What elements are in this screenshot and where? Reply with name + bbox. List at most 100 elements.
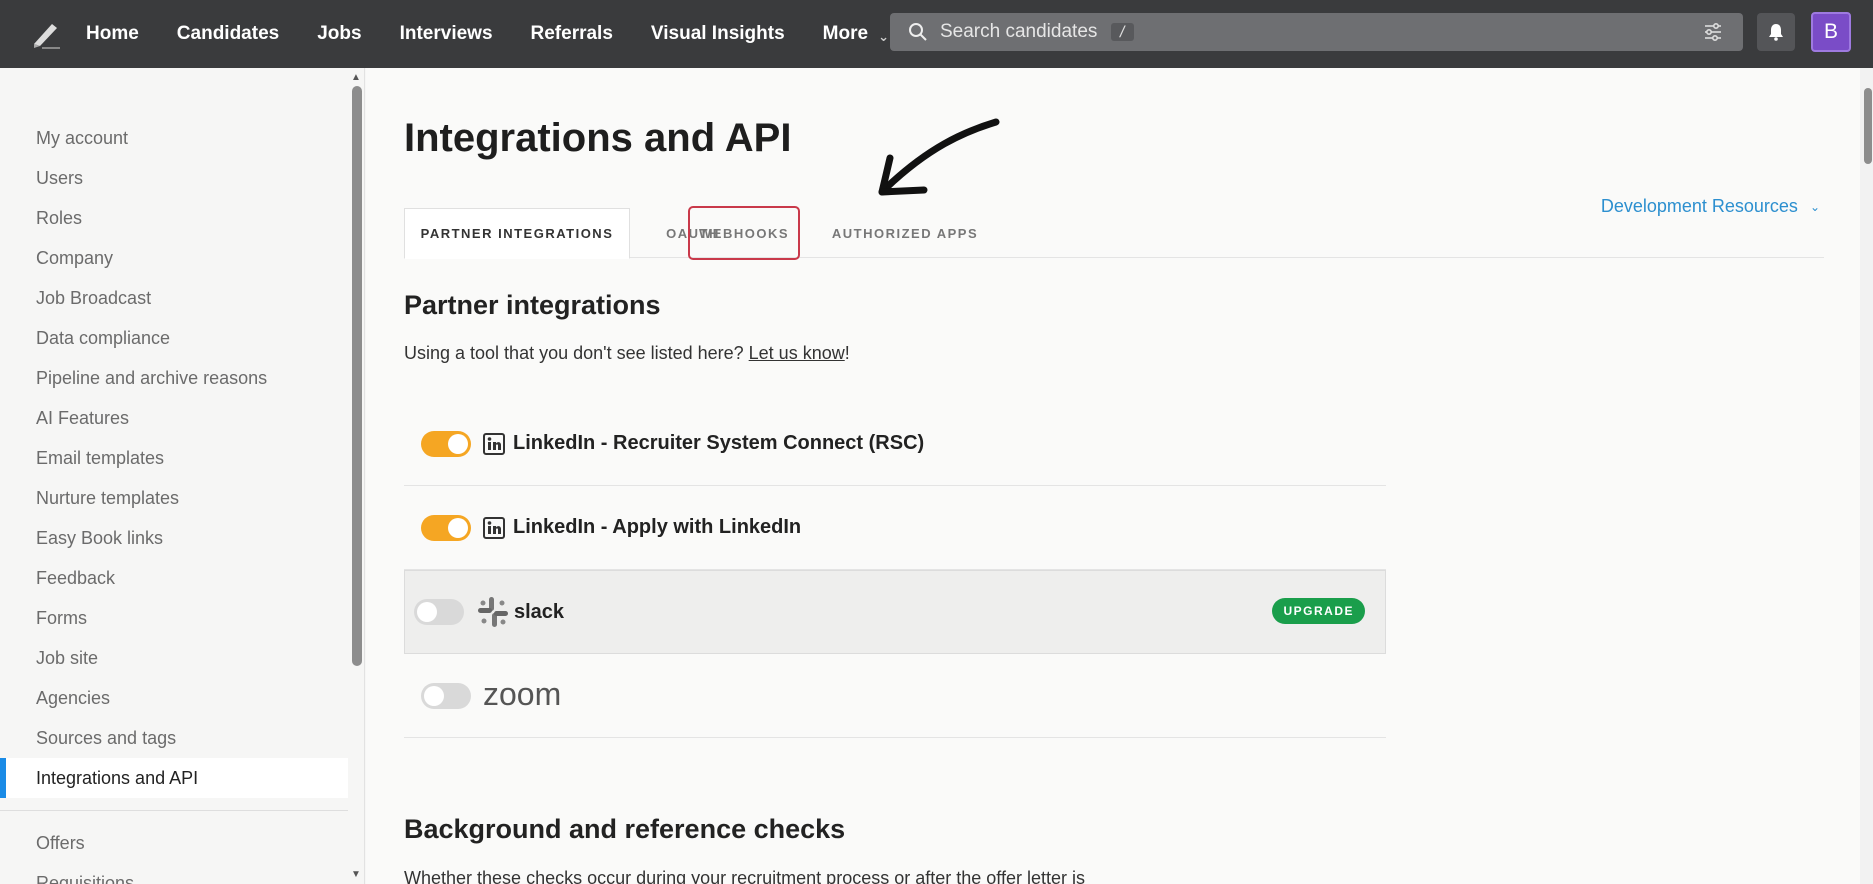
sidebar-item-company[interactable]: Company [0, 238, 348, 278]
sidebar-item-label: AI Features [36, 407, 130, 428]
avatar[interactable]: B [1811, 12, 1851, 52]
integration-row-slack: slack UPGRADE [404, 570, 1386, 654]
nav-interviews-label: Interviews [399, 23, 493, 44]
sidebar-item-label: Users [36, 167, 84, 188]
filter-sliders-icon[interactable] [1703, 22, 1723, 42]
integration-row-linkedin-rsc: LinkedIn - Recruiter System Connect (RSC… [404, 402, 1386, 486]
logo-icon[interactable] [24, 12, 68, 56]
tab-label: WEBHOOKS [699, 225, 789, 241]
sidebar-item-label: Job Broadcast [36, 287, 152, 308]
sidebar-item-label: Feedback [36, 567, 116, 588]
sidebar-item-label: Roles [36, 207, 83, 228]
toggle-knob [448, 433, 468, 454]
description-text: Using a tool that you don't see listed h… [404, 343, 749, 363]
integration-toggle[interactable] [421, 430, 471, 457]
sidebar-scrollbar[interactable] [352, 86, 362, 666]
nav-candidates[interactable]: Candidates [177, 23, 279, 45]
sidebar-item-job-site[interactable]: Job site [0, 638, 348, 678]
partner-integrations-description: Using a tool that you don't see listed h… [404, 343, 850, 364]
sidebar-item-my-account[interactable]: My account [0, 118, 348, 158]
sidebar-item-label: Job site [36, 647, 99, 668]
tab-webhooks[interactable]: WEBHOOKS [688, 206, 800, 260]
linkedin-icon [483, 516, 505, 539]
integration-name: slack [514, 600, 565, 623]
sidebar-item-label: Requisitions [36, 872, 135, 884]
background-checks-heading: Background and reference checks [404, 814, 846, 844]
tab-partner-integrations[interactable]: PARTNER INTEGRATIONS [404, 208, 630, 259]
nav-visual-insights[interactable]: Visual Insights [651, 23, 785, 45]
sidebar-list: My account Users Roles Company Job Broad… [0, 118, 348, 884]
sidebar-item-pipeline-archive-reasons[interactable]: Pipeline and archive reasons [0, 358, 348, 398]
integration-name: LinkedIn - Apply with LinkedIn [513, 516, 802, 538]
zoom-logo: zoom [483, 681, 589, 711]
integration-toggle[interactable] [414, 599, 464, 625]
sidebar-item-label: Easy Book links [36, 527, 164, 548]
search-input[interactable]: Search candidates / [890, 13, 1743, 51]
sidebar-item-label: Email templates [36, 447, 165, 468]
sidebar-item-email-templates[interactable]: Email templates [0, 438, 348, 478]
sidebar-item-roles[interactable]: Roles [0, 198, 348, 238]
sidebar-item-label: Forms [36, 607, 87, 628]
background-checks-description: Whether these checks occur during your r… [404, 868, 1085, 884]
upgrade-badge[interactable]: UPGRADE [1272, 598, 1365, 624]
nav-jobs[interactable]: Jobs [317, 23, 361, 45]
sidebar-divider [0, 810, 348, 811]
nav-interviews[interactable]: Interviews [400, 23, 493, 45]
avatar-initial: B [1823, 20, 1838, 43]
sidebar-item-easy-book-links[interactable]: Easy Book links [0, 518, 348, 558]
sidebar-item-requisitions[interactable]: Requisitions [0, 863, 348, 884]
scroll-up-arrow-icon[interactable]: ▲ [351, 72, 361, 83]
tab-authorized-apps[interactable]: AUTHORIZED APPS [800, 208, 1010, 259]
tab-label: PARTNER INTEGRATIONS [420, 226, 614, 241]
page-title: Integrations and API [404, 116, 792, 160]
nav-referrals-label: Referrals [530, 23, 613, 44]
sidebar-item-sources-and-tags[interactable]: Sources and tags [0, 718, 348, 758]
integration-row-zoom: zoom [404, 654, 1386, 738]
integration-toggle[interactable] [421, 682, 471, 709]
sidebar-item-label: Agencies [36, 687, 111, 708]
sidebar-item-forms[interactable]: Forms [0, 598, 348, 638]
linkedin-icon [483, 432, 505, 455]
scroll-down-arrow-icon[interactable]: ▼ [351, 869, 361, 880]
toggle-knob [417, 602, 437, 622]
nav-jobs-label: Jobs [317, 23, 362, 44]
sidebar-item-offers[interactable]: Offers [0, 823, 348, 863]
let-us-know-link[interactable]: Let us know [749, 343, 845, 363]
sidebar-item-label: My account [36, 127, 129, 148]
search-icon [909, 23, 927, 41]
sidebar-item-nurture-templates[interactable]: Nurture templates [0, 478, 348, 518]
nav-referrals[interactable]: Referrals [531, 23, 613, 45]
sidebar-item-label: Integrations and API [36, 767, 199, 788]
settings-sidebar: My account Users Roles Company Job Broad… [0, 68, 365, 884]
main-scrollbar-track[interactable] [1860, 68, 1873, 884]
slack-icon [476, 595, 510, 629]
integration-row-linkedin-apply: LinkedIn - Apply with LinkedIn [404, 486, 1386, 570]
nav-home[interactable]: Home [86, 23, 139, 45]
partner-integrations-heading: Partner integrations [404, 290, 661, 320]
notifications-button[interactable] [1757, 13, 1795, 51]
toggle-knob [448, 517, 468, 538]
integrations-list: LinkedIn - Recruiter System Connect (RSC… [404, 402, 1386, 738]
description-suffix: ! [844, 343, 850, 363]
sidebar-item-label: Company [36, 247, 114, 268]
sidebar-item-agencies[interactable]: Agencies [0, 678, 348, 718]
nav-candidates-label: Candidates [176, 23, 280, 44]
search-shortcut-key: / [1111, 23, 1134, 41]
integration-toggle[interactable] [421, 514, 471, 541]
integration-name: LinkedIn - Recruiter System Connect (RSC… [513, 432, 925, 454]
sidebar-item-ai-features[interactable]: AI Features [0, 398, 348, 438]
sidebar-item-users[interactable]: Users [0, 158, 348, 198]
top-navigation-bar: Home Candidates Jobs Interviews Referral… [0, 0, 1873, 68]
zoom-logo-text: zoom [483, 681, 561, 711]
sidebar-item-label: Data compliance [36, 327, 171, 348]
sidebar-item-feedback[interactable]: Feedback [0, 558, 348, 598]
sidebar-item-data-compliance[interactable]: Data compliance [0, 318, 348, 358]
nav-visual-insights-label: Visual Insights [650, 23, 785, 44]
bell-icon [1769, 24, 1783, 41]
toggle-knob [424, 685, 444, 706]
sidebar-item-integrations-and-api[interactable]: Integrations and API [0, 758, 348, 798]
nav-more[interactable]: More ⌄ [823, 23, 889, 45]
main-scrollbar-thumb[interactable] [1864, 88, 1872, 164]
sidebar-item-label: Sources and tags [36, 727, 177, 748]
sidebar-item-job-broadcast[interactable]: Job Broadcast [0, 278, 348, 318]
